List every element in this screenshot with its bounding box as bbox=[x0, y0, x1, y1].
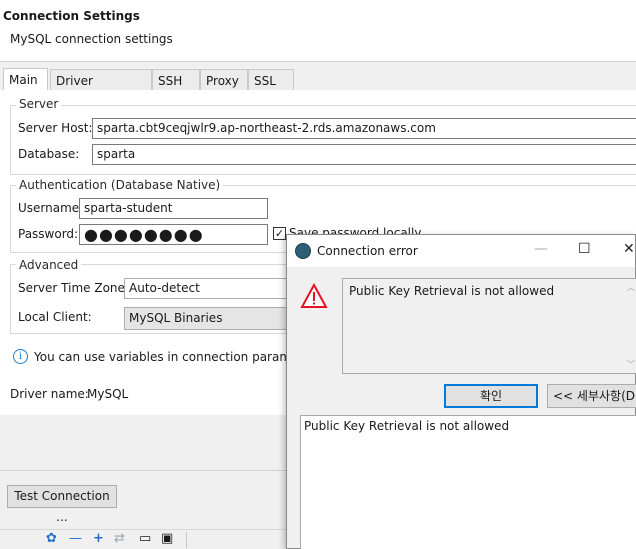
details-button[interactable]: << 세부사항(D) bbox=[547, 384, 636, 408]
database-input[interactable]: sparta bbox=[92, 144, 636, 165]
minus-icon[interactable]: — bbox=[69, 532, 82, 546]
separator bbox=[0, 470, 290, 471]
advanced-group-title: Advanced bbox=[16, 258, 82, 272]
password-label: Password: bbox=[18, 227, 79, 241]
tab-main[interactable]: Main bbox=[3, 68, 48, 92]
dialog-titlebar: Connection error — ☐ ✕ bbox=[287, 235, 635, 267]
save-password-checkbox[interactable]: ✓ bbox=[273, 227, 286, 240]
error-message: Public Key Retrieval is not allowed bbox=[349, 284, 555, 298]
tab-proxy[interactable]: Proxy bbox=[200, 69, 248, 91]
error-message-box: Public Key Retrieval is not allowed ︿ ﹀ bbox=[342, 278, 636, 374]
toolbar-divider bbox=[186, 532, 187, 548]
error-details-text: Public Key Retrieval is not allowed bbox=[304, 419, 510, 433]
ok-button[interactable]: 확인 bbox=[444, 384, 538, 408]
close-window-icon[interactable]: ✕ bbox=[623, 241, 635, 257]
dbeaver-app-icon bbox=[295, 243, 311, 259]
header: Connection Settings MySQL connection set… bbox=[0, 0, 636, 62]
local-client-select[interactable]: MySQL Binaries bbox=[124, 307, 304, 330]
auth-group-title: Authentication (Database Native) bbox=[16, 178, 224, 192]
server-group-title: Server bbox=[16, 97, 62, 111]
error-details-area[interactable]: Public Key Retrieval is not allowed bbox=[300, 415, 636, 549]
username-input[interactable]: sparta-student bbox=[79, 198, 268, 219]
test-connection-button[interactable]: Test Connection ... bbox=[7, 485, 117, 524]
maximize-window-icon[interactable]: ☐ bbox=[578, 241, 591, 257]
info-circle-icon: i bbox=[13, 349, 28, 364]
password-input[interactable]: ●●●●●●●● bbox=[79, 224, 268, 245]
scroll-up-icon[interactable]: ︿ bbox=[627, 282, 635, 293]
swap-icon[interactable]: ⇄ bbox=[114, 532, 125, 546]
tab-ssh[interactable]: SSH bbox=[152, 69, 200, 91]
username-label: Username: bbox=[18, 201, 84, 215]
timezone-label: Server Time Zone: bbox=[18, 281, 129, 295]
dialog-title: Connection error bbox=[317, 244, 418, 258]
driver-name-value: MySQL bbox=[87, 387, 129, 401]
gear-icon[interactable]: ✿ bbox=[46, 532, 57, 546]
driver-name-label: Driver name: bbox=[10, 387, 89, 401]
maximize-icon[interactable]: ▣ bbox=[161, 532, 173, 546]
tab-ssl[interactable]: SSL bbox=[248, 69, 294, 91]
local-client-label: Local Client: bbox=[18, 310, 92, 324]
minimize-icon[interactable]: ▭ bbox=[139, 532, 151, 546]
variables-info-text: You can use variables in connection para… bbox=[34, 350, 322, 364]
tab-bar: Main Driver properties SSH Proxy SSL bbox=[0, 68, 636, 110]
server-host-label: Server Host: bbox=[18, 121, 93, 135]
plus-icon[interactable]: + bbox=[93, 532, 104, 546]
server-host-input[interactable]: sparta.cbt9ceqjwlr9.ap-northeast-2.rds.a… bbox=[92, 118, 636, 139]
page-subtitle: MySQL connection settings bbox=[10, 32, 173, 46]
warning-triangle-icon bbox=[300, 283, 328, 308]
minimize-window-icon[interactable]: — bbox=[534, 241, 548, 257]
connection-error-dialog: Connection error — ☐ ✕ Public Key Retrie… bbox=[286, 234, 636, 549]
page-title: Connection Settings bbox=[3, 9, 140, 23]
tab-driver-properties[interactable]: Driver properties bbox=[50, 69, 152, 110]
timezone-select[interactable]: Auto-detect bbox=[124, 278, 304, 299]
scroll-down-icon[interactable]: ﹀ bbox=[627, 359, 635, 370]
database-label: Database: bbox=[18, 147, 80, 161]
